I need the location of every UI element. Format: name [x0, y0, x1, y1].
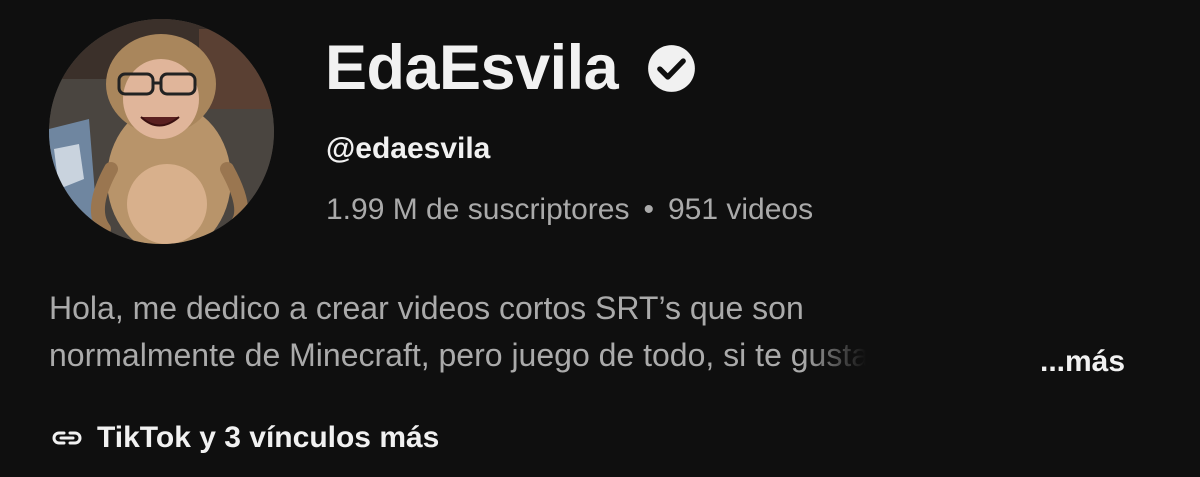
channel-links[interactable]: TikTok y 3 vínculos más — [49, 420, 439, 456]
description-line-1: Hola, me dedico a crear videos cortos SR… — [49, 290, 804, 326]
channel-stats: 1.99 M de suscriptores • 951 videos — [326, 192, 813, 228]
verified-check-icon — [648, 44, 696, 92]
avatar-image — [49, 19, 274, 244]
links-label: TikTok y 3 vínculos más — [97, 421, 440, 454]
description-more-button[interactable]: ...más — [1040, 338, 1125, 385]
description-line-2: normalmente de Minecraft, pero juego de … — [49, 337, 870, 373]
video-count: 951 videos — [668, 193, 814, 226]
channel-description[interactable]: Hola, me dedico a crear videos cortos SR… — [49, 285, 1159, 379]
channel-handle: @edaesvila — [326, 132, 491, 165]
description-fade — [803, 332, 874, 379]
stats-separator: • — [643, 193, 654, 226]
subscriber-count: 1.99 M de suscriptores — [326, 193, 630, 226]
chain-link-icon — [52, 431, 82, 445]
channel-avatar[interactable] — [49, 19, 274, 244]
channel-header: EdaEsvila — [325, 28, 697, 108]
channel-name: EdaEsvila — [325, 32, 619, 103]
